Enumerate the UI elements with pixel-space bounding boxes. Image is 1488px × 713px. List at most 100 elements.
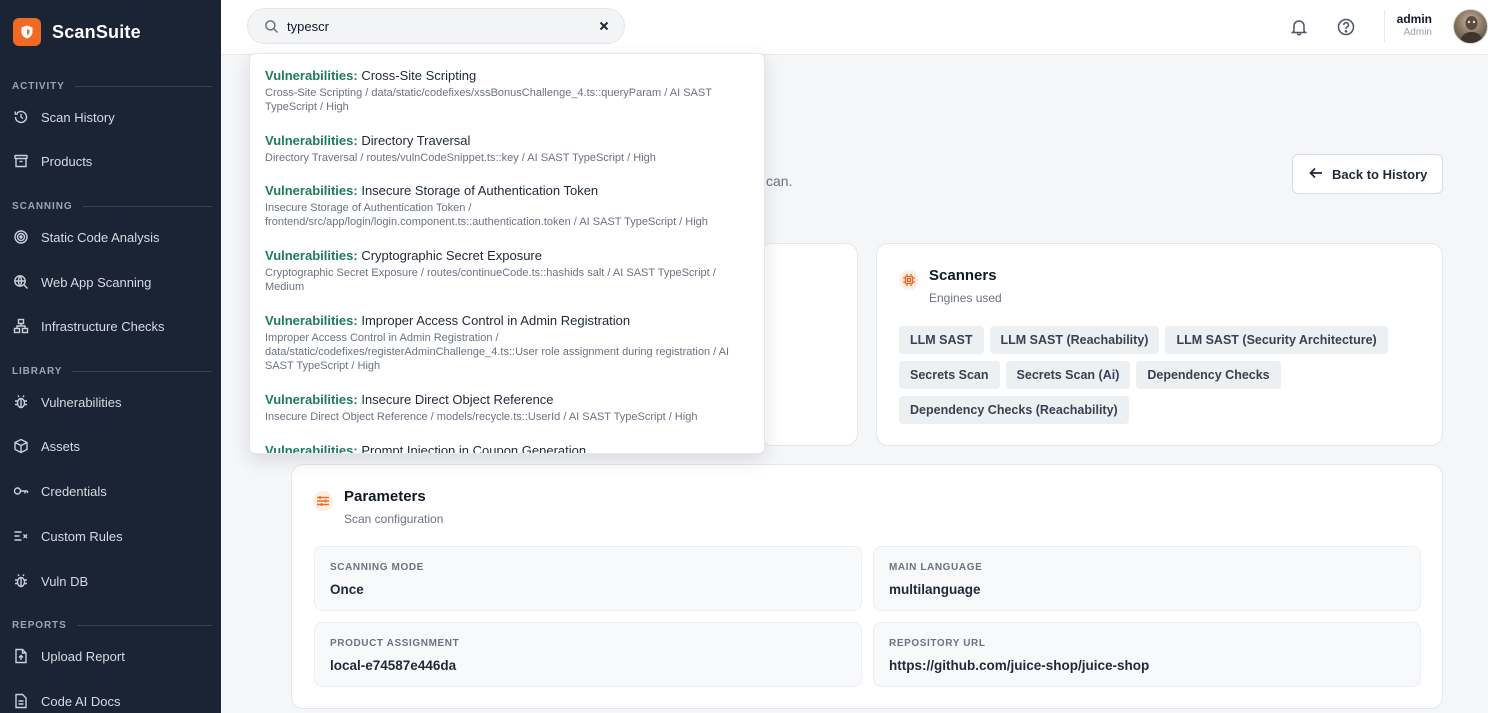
result-title: Vulnerabilities: Prompt Injection in Cou… (265, 443, 587, 454)
param-label: SCANNING MODE (330, 562, 424, 573)
result-subtitle: Cryptographic Secret Exposure / routes/c… (265, 267, 716, 293)
page-description: can. (766, 173, 793, 189)
param-value: local-e74587e446da (330, 658, 457, 673)
sidebar-item-vulnerabilities[interactable]: Vulnerabilities (0, 385, 221, 419)
bell-icon[interactable] (1289, 17, 1309, 37)
upload-file-icon (13, 648, 29, 664)
search-result-item[interactable]: Vulnerabilities: Cross-Site Scripting Cr… (265, 68, 751, 114)
param-scanning-mode: SCANNING MODE Once (314, 546, 862, 611)
key-icon (13, 483, 29, 499)
sidebar-item-products[interactable]: Products (0, 144, 221, 178)
doc-icon (13, 693, 29, 709)
sidebar-item-label: Upload Report (41, 648, 125, 664)
box-icon (13, 438, 29, 454)
scanner-chip-list: LLM SAST LLM SAST (Reachability) LLM SAST … (899, 326, 1419, 431)
sidebar-item-assets[interactable]: Assets (0, 429, 221, 463)
clear-search-icon[interactable] (597, 19, 611, 33)
param-value: multilanguage (889, 582, 981, 597)
brand-name: ScanSuite (52, 21, 141, 42)
sidebar-item-label: Web App Scanning (41, 274, 152, 290)
result-subtitle: Improper Access Control in Admin Registr… (265, 332, 730, 372)
sidebar-item-static-code-analysis[interactable]: Static Code Analysis (0, 220, 221, 254)
sidebar-item-label: Infrastructure Checks (41, 318, 165, 334)
details-card (760, 243, 858, 446)
param-value: https://github.com/juice-shop/juice-shop (889, 658, 1150, 673)
scanner-chip: Dependency Checks (Reachability) (899, 396, 1129, 424)
avatar[interactable] (1453, 9, 1488, 44)
param-product-assignment: PRODUCT ASSIGNMENT local-e74587e446da (314, 622, 862, 687)
search-result-item[interactable]: Vulnerabilities: Prompt Injection in Cou… (265, 443, 751, 454)
parameters-card: Parameters Scan configuration SCANNING M… (291, 464, 1443, 709)
search-result-item[interactable]: Vulnerabilities: Insecure Storage of Aut… (265, 183, 751, 229)
shield-logo-icon (13, 18, 41, 46)
scanner-chip: Secrets Scan (Ai) (1005, 361, 1131, 389)
search-input[interactable] (287, 15, 587, 37)
param-main-language: MAIN LANGUAGE multilanguage (873, 546, 1421, 611)
search-result-item[interactable]: Vulnerabilities: Directory Traversal Dir… (265, 133, 751, 165)
scanner-chip: LLM SAST (Reachability) (989, 326, 1160, 354)
sidebar-item-label: Custom Rules (41, 528, 123, 544)
sidebar-item-infrastructure-checks[interactable]: Infrastructure Checks (0, 309, 221, 343)
web-search-icon (13, 274, 29, 290)
back-to-history-label: Back to History (1332, 166, 1428, 182)
sidebar-item-code-ai-docs[interactable]: Code AI Docs (0, 684, 221, 713)
sidebar-item-upload-report[interactable]: Upload Report (0, 639, 221, 673)
sidebar-item-label: Static Code Analysis (41, 229, 160, 245)
bug-icon (13, 394, 29, 410)
network-icon (13, 318, 29, 334)
result-subtitle: Cross-Site Scripting / data/static/codef… (265, 87, 712, 113)
back-to-history-button[interactable]: Back to History (1292, 154, 1443, 194)
param-label: MAIN LANGUAGE (889, 562, 983, 573)
search-result-item[interactable]: Vulnerabilities: Cryptographic Secret Ex… (265, 248, 751, 294)
arrow-left-icon (1309, 166, 1323, 183)
section-label-activity: ACTIVITY (12, 81, 212, 92)
history-icon (13, 109, 29, 125)
section-label-reports: REPORTS (12, 620, 212, 631)
param-label: REPOSITORY URL (889, 638, 986, 649)
scanner-chip: Secrets Scan (899, 361, 1000, 389)
sidebar-item-label: Credentials (41, 483, 107, 499)
scanner-chip: Dependency Checks (1136, 361, 1281, 389)
sidebar-item-label: Scan History (41, 109, 115, 125)
sidebar-item-label: Vuln DB (41, 573, 89, 589)
param-repository-url: REPOSITORY URL https://github.com/juice-… (873, 622, 1421, 687)
sidebar-item-web-app-scanning[interactable]: Web App Scanning (0, 265, 221, 299)
result-title: Vulnerabilities: Insecure Storage of Aut… (265, 183, 599, 198)
sidebar-item-credentials[interactable]: Credentials (0, 474, 221, 508)
sidebar-item-label: Code AI Docs (41, 693, 121, 709)
search-result-item[interactable]: Vulnerabilities: Improper Access Control… (265, 313, 751, 373)
user-name: admin (1396, 12, 1432, 26)
result-title: Vulnerabilities: Insecure Direct Object … (265, 392, 554, 407)
search-result-item[interactable]: Vulnerabilities: Insecure Direct Object … (265, 392, 751, 424)
sidebar-item-vuln-db[interactable]: Vuln DB (0, 564, 221, 598)
param-label: PRODUCT ASSIGNMENT (330, 638, 460, 649)
sidebar-item-label: Products (41, 153, 93, 169)
result-subtitle: Insecure Storage of Authentication Token… (265, 202, 708, 228)
result-subtitle: Directory Traversal / routes/vulnCodeSni… (265, 152, 656, 164)
brand[interactable]: ScanSuite (13, 18, 141, 46)
scanner-chip: LLM SAST (Security Architecture) (1165, 326, 1388, 354)
sidebar-item-label: Vulnerabilities (41, 394, 122, 410)
result-title: Vulnerabilities: Improper Access Control… (265, 313, 631, 328)
scanners-card: Scanners Engines used LLM SAST LLM SAST (… (876, 243, 1443, 446)
param-value: Once (330, 582, 364, 597)
bug-db-icon (13, 573, 29, 589)
scanners-subtitle: Engines used (929, 291, 1002, 305)
sidebar-item-label: Assets (41, 438, 81, 454)
scanner-chip: LLM SAST (899, 326, 984, 354)
archive-icon (13, 153, 29, 169)
parameters-subtitle: Scan configuration (344, 512, 444, 526)
topbar-divider (1384, 10, 1385, 42)
result-title: Vulnerabilities: Directory Traversal (265, 133, 471, 148)
sidebar-item-custom-rules[interactable]: Custom Rules (0, 519, 221, 553)
result-title: Vulnerabilities: Cryptographic Secret Ex… (265, 248, 542, 263)
target-icon (13, 229, 29, 245)
result-subtitle: Insecure Direct Object Reference / model… (265, 411, 698, 423)
parameters-title: Parameters (344, 488, 426, 505)
sidebar-item-scan-history[interactable]: Scan History (0, 100, 221, 134)
section-label-library: LIBRARY (12, 366, 212, 377)
search-results-dropdown: Vulnerabilities: Cross-Site Scripting Cr… (249, 53, 765, 454)
help-icon[interactable] (1336, 17, 1356, 37)
global-search[interactable] (247, 8, 625, 44)
chip-icon (899, 270, 919, 290)
